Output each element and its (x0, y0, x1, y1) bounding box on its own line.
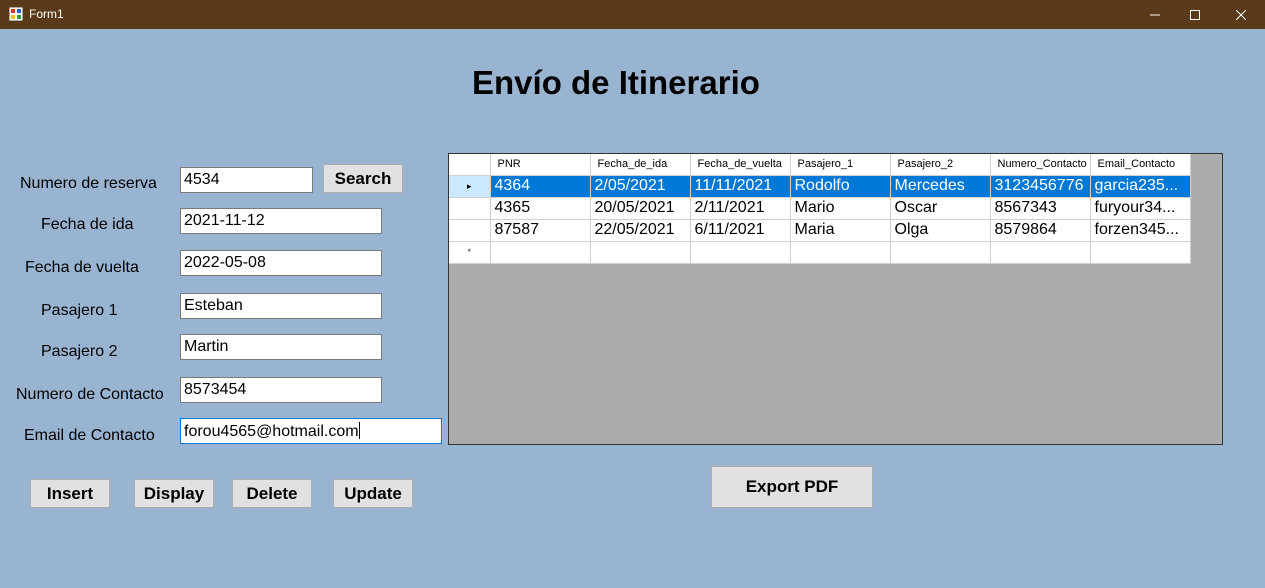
close-icon (1236, 9, 1246, 20)
maximize-icon (1190, 9, 1200, 20)
contacto-input[interactable]: 8573454 (180, 377, 382, 403)
new-row[interactable]: * (449, 241, 1191, 264)
maximize-button[interactable] (1172, 0, 1218, 29)
column-header[interactable]: PNR (490, 154, 591, 176)
search-button[interactable]: Search (323, 164, 403, 193)
title-bar: Form1 (0, 0, 1265, 29)
table-cell[interactable]: furyour34... (1090, 197, 1191, 220)
column-header[interactable]: Fecha_de_vuelta (690, 154, 791, 176)
table-cell[interactable] (990, 241, 1091, 264)
table-cell[interactable]: garcia235... (1090, 175, 1191, 198)
table-cell[interactable]: 2/05/2021 (590, 175, 691, 198)
grid-corner-header[interactable] (449, 154, 491, 176)
fecha-vuelta-input[interactable]: 2022-05-08 (180, 250, 382, 276)
column-header[interactable]: Numero_Contacto (990, 154, 1091, 176)
table-row[interactable]: ▸ 4364 2/05/2021 11/11/2021 Rodolfo Merc… (449, 175, 1191, 198)
row-header[interactable] (449, 197, 491, 220)
pasajero2-input[interactable]: Martin (180, 334, 382, 360)
table-cell[interactable] (890, 241, 991, 264)
reserva-label: Numero de reserva (20, 175, 157, 192)
table-cell[interactable]: 87587 (490, 219, 591, 242)
table-cell[interactable]: Maria (790, 219, 891, 242)
contacto-label: Numero de Contacto (16, 386, 164, 403)
column-header[interactable]: Pasajero_2 (890, 154, 991, 176)
new-row-asterisk-icon[interactable]: * (449, 241, 491, 264)
table-cell[interactable]: 3123456776 (990, 175, 1091, 198)
table-cell[interactable]: Rodolfo (790, 175, 891, 198)
pasajero1-label: Pasajero 1 (41, 302, 118, 319)
table-cell[interactable]: Mercedes (890, 175, 991, 198)
table-cell[interactable]: Olga (890, 219, 991, 242)
column-header[interactable]: Fecha_de_ida (590, 154, 691, 176)
window-title: Form1 (29, 7, 64, 21)
table-cell[interactable]: 6/11/2021 (690, 219, 791, 242)
email-input-value: forou4565@hotmail.com (184, 423, 359, 440)
fecha-ida-label: Fecha de ida (41, 216, 134, 233)
table-cell[interactable] (490, 241, 591, 264)
row-header[interactable] (449, 219, 491, 242)
table-cell[interactable]: Oscar (890, 197, 991, 220)
table-cell[interactable] (790, 241, 891, 264)
fecha-ida-input[interactable]: 2021-11-12 (180, 208, 382, 234)
pasajero1-input[interactable]: Esteban (180, 293, 382, 319)
table-cell[interactable] (690, 241, 791, 264)
pasajero2-label: Pasajero 2 (41, 343, 118, 360)
table-cell[interactable]: 2/11/2021 (690, 197, 791, 220)
table-row[interactable]: 87587 22/05/2021 6/11/2021 Maria Olga 85… (449, 219, 1191, 242)
table-row[interactable]: 4365 20/05/2021 2/11/2021 Mario Oscar 85… (449, 197, 1191, 220)
table-cell[interactable]: forzen345... (1090, 219, 1191, 242)
table-cell[interactable]: 4364 (490, 175, 591, 198)
email-label: Email de Contacto (24, 427, 155, 444)
display-button[interactable]: Display (134, 479, 214, 508)
text-caret (358, 422, 360, 439)
minimize-icon (1150, 14, 1160, 15)
export-pdf-button[interactable]: Export PDF (711, 466, 873, 508)
grid-table: PNR Fecha_de_ida Fecha_de_vuelta Pasajer… (449, 154, 1191, 264)
page-title: Envío de Itinerario (472, 64, 760, 101)
email-input[interactable]: forou4565@hotmail.com (180, 418, 442, 444)
column-header[interactable]: Email_Contacto (1090, 154, 1191, 176)
reserva-input[interactable]: 4534 (180, 167, 313, 193)
insert-button[interactable]: Insert (30, 479, 110, 508)
form-app-icon (9, 7, 23, 21)
table-cell[interactable]: 22/05/2021 (590, 219, 691, 242)
table-cell[interactable] (590, 241, 691, 264)
table-cell[interactable]: 4365 (490, 197, 591, 220)
grid-header-row: PNR Fecha_de_ida Fecha_de_vuelta Pasajer… (449, 154, 1191, 176)
table-cell[interactable]: 11/11/2021 (690, 175, 791, 198)
table-cell[interactable]: 8567343 (990, 197, 1091, 220)
table-cell[interactable]: 20/05/2021 (590, 197, 691, 220)
delete-button[interactable]: Delete (232, 479, 312, 508)
table-cell[interactable] (1090, 241, 1191, 264)
update-button[interactable]: Update (333, 479, 413, 508)
row-header-current-icon[interactable]: ▸ (449, 175, 491, 198)
column-header[interactable]: Pasajero_1 (790, 154, 891, 176)
table-cell[interactable]: Mario (790, 197, 891, 220)
itinerary-data-grid[interactable]: PNR Fecha_de_ida Fecha_de_vuelta Pasajer… (448, 153, 1223, 445)
fecha-vuelta-label: Fecha de vuelta (25, 259, 139, 276)
table-cell[interactable]: 8579864 (990, 219, 1091, 242)
close-button[interactable] (1218, 0, 1264, 29)
